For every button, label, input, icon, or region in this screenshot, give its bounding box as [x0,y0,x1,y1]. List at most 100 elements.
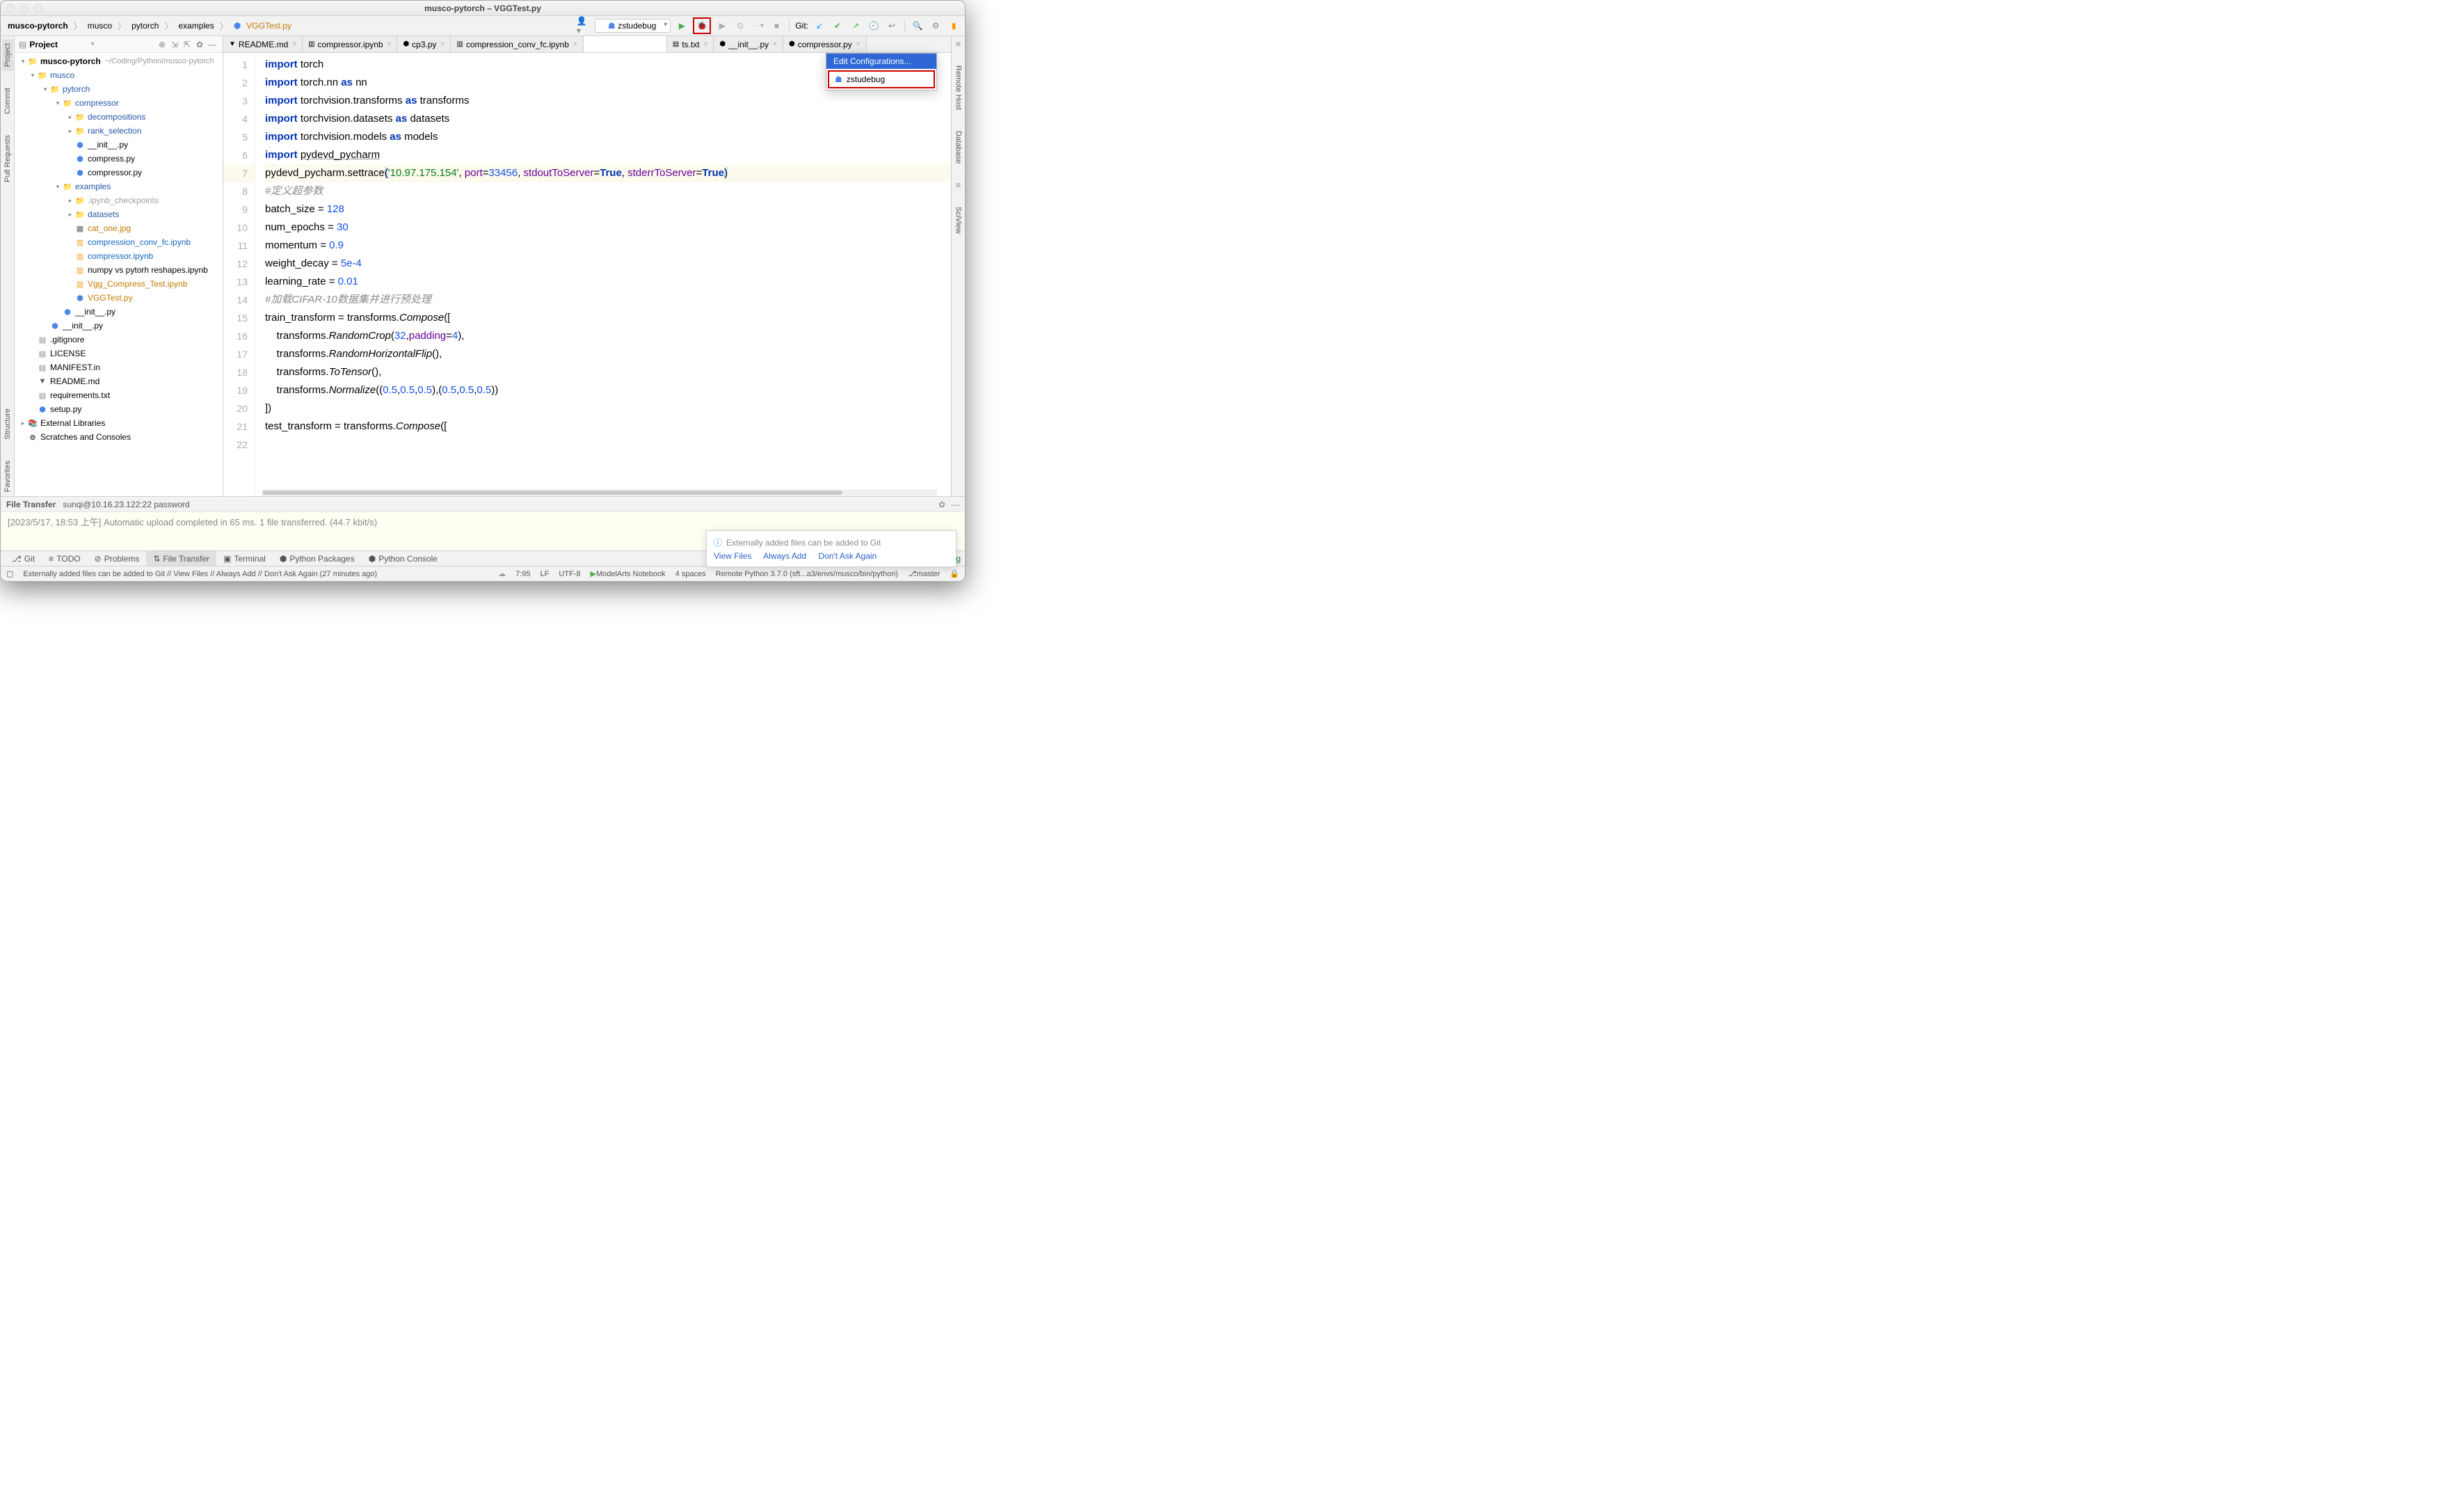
sciview-tool-tab[interactable]: SciView [953,202,964,238]
lock-icon[interactable]: 🔒 [950,569,959,578]
history-icon[interactable]: 🕘 [867,19,881,33]
dont-ask-link[interactable]: Don't Ask Again [819,551,877,561]
always-add-link[interactable]: Always Add [763,551,806,561]
tree-item[interactable]: ▤requirements.txt [15,388,223,402]
editor[interactable]: ● 1 ▲ 3 ▲ 31 ✔ 5 ˆ ˇ 1234567891011121314… [223,53,951,496]
tree-item[interactable]: ▸📁decompositions [15,110,223,124]
ide-settings-icon[interactable]: ⚙ [929,19,943,33]
git-tool-tab[interactable]: ⎇ Git [5,551,42,566]
todo-tool-tab[interactable]: ≡ TODO [42,551,87,566]
tree-item[interactable]: ▾📁pytorch [15,82,223,96]
indent-status[interactable]: 4 spaces [675,570,706,578]
collapse-all-icon[interactable]: ⇱ [181,40,193,49]
line-separator[interactable]: LF [540,570,549,578]
structure-tool-tab[interactable]: Structure [2,404,13,444]
notebook-status[interactable]: ModelArts Notebook [596,570,666,578]
tree-item[interactable]: ⬢compressor.py [15,166,223,180]
close-window-icon[interactable] [6,4,15,13]
git-branch[interactable]: master [917,570,941,578]
console-output[interactable]: [2023/5/17, 18:53 上午] Automatic upload c… [1,511,965,550]
tree-item[interactable]: ▥compressor.ipynb [15,249,223,263]
tree-item[interactable]: ▥compression_conv_fc.ipynb [15,235,223,249]
edit-configurations-item[interactable]: Edit Configurations... [826,54,936,69]
user-icon[interactable]: 👤▾ [577,19,591,33]
editor-tabs[interactable]: ▼README.md×▥compressor.ipynb×⬢cp3.py×▥co… [223,36,951,53]
stop-icon[interactable]: ■ [769,19,783,33]
search-icon[interactable]: 🔍 [911,19,925,33]
status-icon[interactable]: ▢ [6,569,13,578]
breadcrumb[interactable]: musco-pytorch〉 musco〉 pytorch〉 examples〉… [5,20,577,32]
python-console-tool-tab[interactable]: ⬢ Python Console [362,551,445,566]
tree-item[interactable]: ▸📁rank_selection [15,124,223,138]
editor-code[interactable]: import torchimport torch.nn as nnimport … [255,53,951,496]
more-run-icon[interactable]: ⋯▾ [751,19,765,33]
hide-icon[interactable]: — [206,40,218,49]
file-encoding[interactable]: UTF-8 [559,570,580,578]
database-tool-tab[interactable]: Database [953,127,964,168]
remote-host-tool-tab[interactable]: Remote Host [953,61,964,114]
rollback-icon[interactable]: ↩ [885,19,899,33]
profile-icon[interactable]: ⏲ [733,19,747,33]
coverage-icon[interactable]: ▶ [715,19,729,33]
favorites-tool-tab[interactable]: Favorites [2,456,13,496]
tree-item[interactable]: ▦cat_one.jpg [15,221,223,235]
editor-tab[interactable]: ⬢cp3.py× [397,36,451,52]
indexing-icon[interactable]: ☁ [498,569,506,578]
horizontal-scrollbar[interactable] [262,489,937,496]
editor-tab[interactable] [584,36,667,52]
minimize-window-icon[interactable] [20,4,29,13]
python-packages-tool-tab[interactable]: ⬢ Python Packages [273,551,362,566]
tree-item[interactable]: ▥Vgg_Compress_Test.ipynb [15,277,223,291]
hide-icon[interactable]: — [951,500,959,509]
caret-position[interactable]: 7:95 [515,570,530,578]
tree-item[interactable]: ▤.gitignore [15,333,223,347]
tree-item[interactable]: ⬢VGGTest.py [15,291,223,305]
settings-icon[interactable]: ✿ [193,40,206,49]
problems-tool-tab[interactable]: ⊘ Problems [88,551,147,566]
project-tree[interactable]: ▾📁musco-pytorch~/Coding/Python/musco-pyt… [15,53,223,496]
ide-plugin-icon[interactable]: ▮ [947,19,961,33]
tree-item[interactable]: ⬢setup.py [15,402,223,416]
editor-tab[interactable]: ▤ts.txt× [667,36,714,52]
tree-item[interactable]: ▤MANIFEST.in [15,360,223,374]
view-files-link[interactable]: View Files [714,551,751,561]
tree-item[interactable]: ▸📁.ipynb_checkpoints [15,193,223,207]
debug-icon[interactable]: 🐞 [695,19,709,33]
tree-item[interactable]: ▸📁datasets [15,207,223,221]
tree-item[interactable]: ▾📁examples [15,180,223,193]
editor-tab[interactable]: ⬢compressor.py× [783,36,867,52]
push-icon[interactable]: ↗ [849,19,863,33]
tree-item[interactable]: ▾📁compressor [15,96,223,110]
tree-item[interactable]: ⬢__init__.py [15,138,223,152]
deploy-icon[interactable]: ▶ [591,569,596,578]
tree-item[interactable]: ⬢__init__.py [15,319,223,333]
tree-item[interactable]: ▾📁musco [15,68,223,82]
tree-item[interactable]: ▤LICENSE [15,347,223,360]
tree-item[interactable]: ▥numpy vs pytorh reshapes.ipynb [15,263,223,277]
ext-libraries[interactable]: ▸📚External Libraries [15,416,223,430]
editor-tab[interactable]: ▼README.md× [223,36,303,52]
tree-item[interactable]: ⬢compress.py [15,152,223,166]
interpreter-status[interactable]: Remote Python 3.7.0 (sft...a3/envs/musco… [716,570,898,578]
expand-all-icon[interactable]: ⇲ [168,40,181,49]
run-icon[interactable]: ▶ [675,19,689,33]
update-project-icon[interactable]: ↙ [813,19,826,33]
editor-tab[interactable]: ▥compressor.ipynb× [303,36,397,52]
settings-icon[interactable]: ✿ [938,500,945,509]
commit-icon[interactable]: ✔ [831,19,845,33]
terminal-tool-tab[interactable]: ▣ Terminal [216,551,273,566]
editor-tab[interactable]: ▥compression_conv_fc.ipynb× [451,36,583,52]
pull-requests-tool-tab[interactable]: Pull Requests [2,131,13,186]
scratches[interactable]: ⊚Scratches and Consoles [15,430,223,444]
project-tool-tab[interactable]: Project [2,39,13,71]
editor-tab[interactable]: ⬢__init__.py× [714,36,783,52]
file-transfer-tool-tab[interactable]: ⇅ File Transfer [146,551,216,566]
branch-icon[interactable]: ⎇ [908,569,917,578]
run-config-selector[interactable]: ☗ zstudebug [595,19,671,33]
zoom-window-icon[interactable] [34,4,42,13]
tree-root[interactable]: ▾📁musco-pytorch~/Coding/Python/musco-pyt… [15,54,223,68]
config-item-zstudebug[interactable]: ☗zstudebug [828,70,935,88]
tree-item[interactable]: ▼README.md [15,374,223,388]
tree-item[interactable]: ⬢__init__.py [15,305,223,319]
commit-tool-tab[interactable]: Commit [2,84,13,118]
